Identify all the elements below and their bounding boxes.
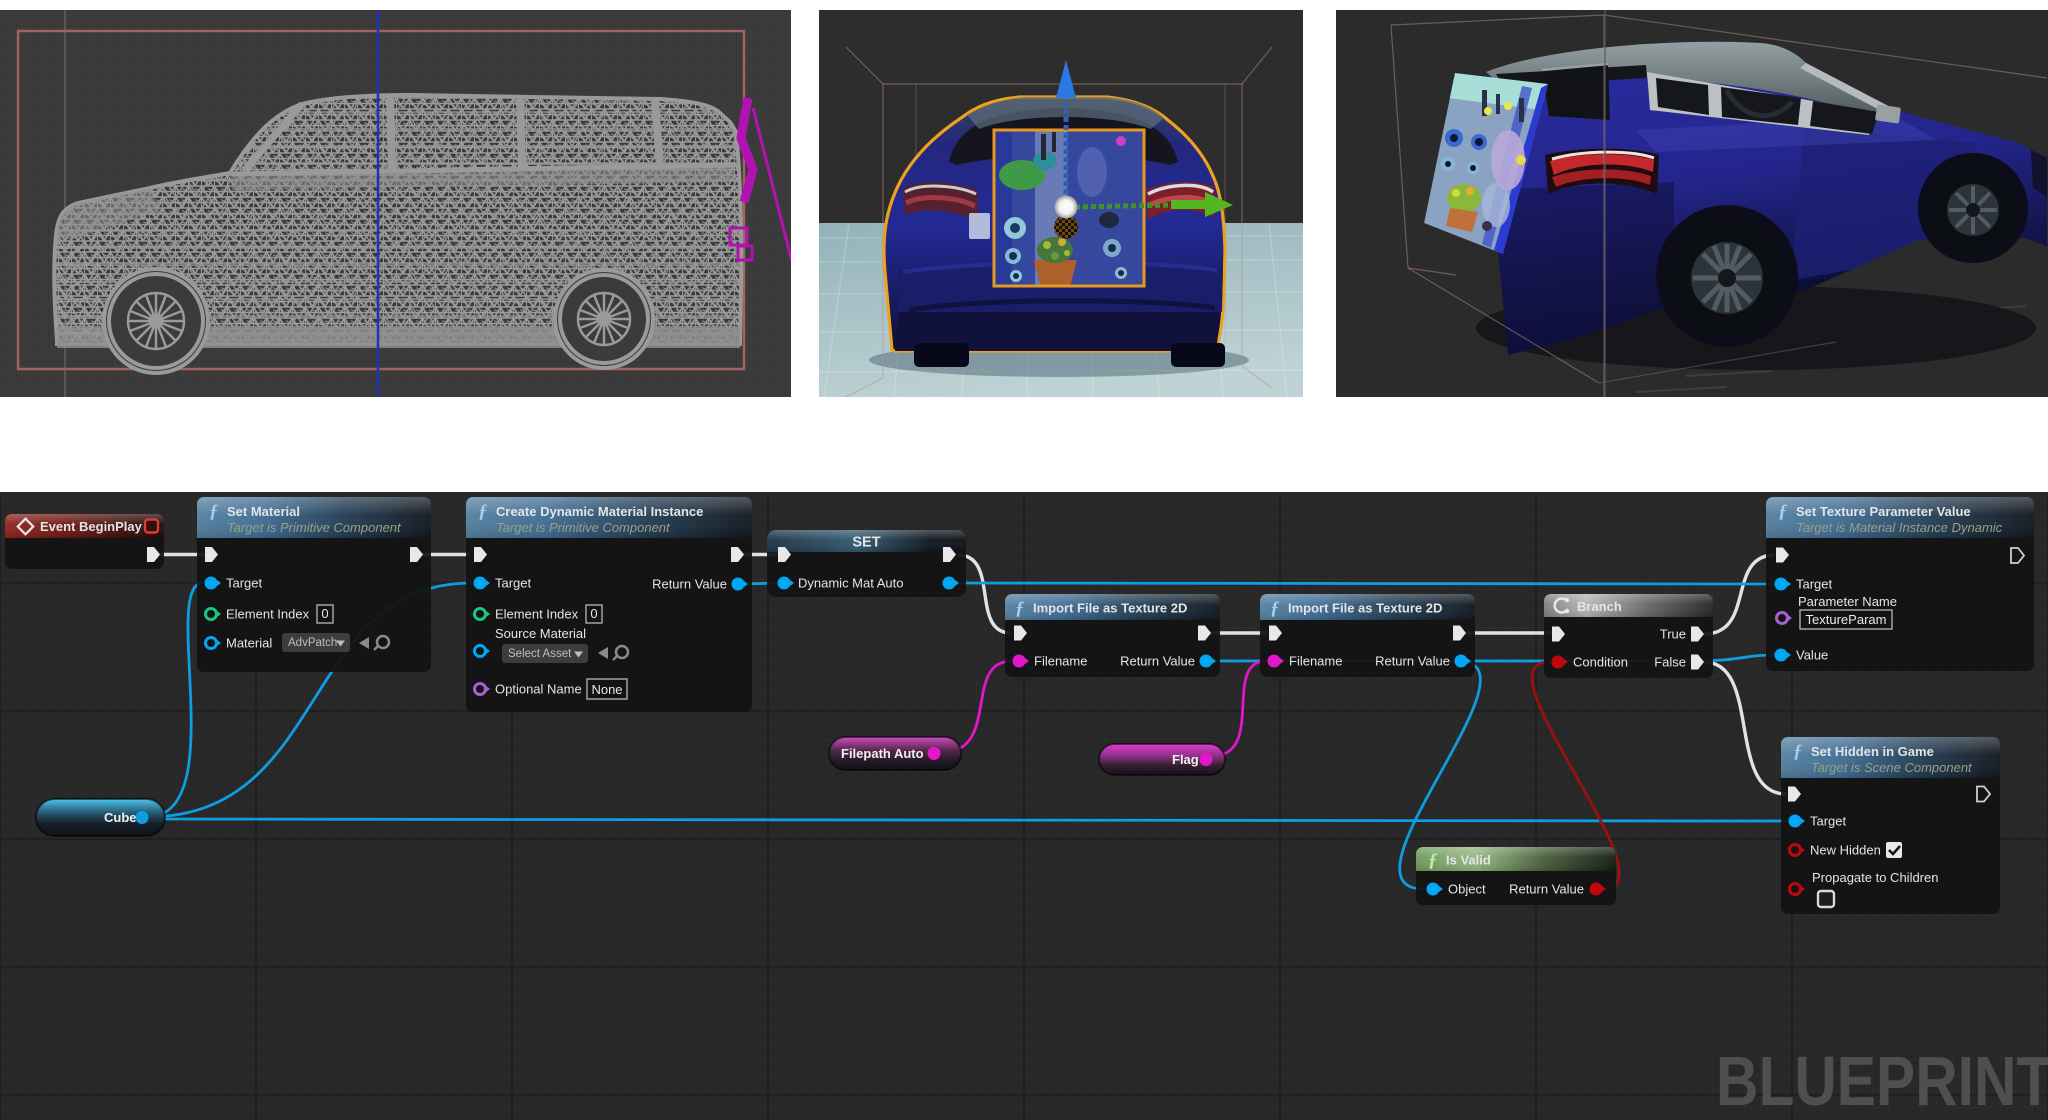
- svg-text:Target is Primitive Component: Target is Primitive Component: [227, 520, 402, 535]
- svg-text:ƒ: ƒ: [1428, 850, 1438, 871]
- svg-text:Cube: Cube: [104, 810, 137, 825]
- svg-text:Source Material: Source Material: [495, 626, 586, 641]
- svg-text:Value: Value: [1796, 648, 1828, 663]
- svg-text:ƒ: ƒ: [1778, 501, 1788, 522]
- svg-text:Dynamic Mat Auto: Dynamic Mat Auto: [798, 576, 904, 591]
- svg-text:0: 0: [321, 606, 328, 621]
- svg-text:ƒ: ƒ: [1015, 598, 1025, 619]
- svg-text:Element Index: Element Index: [226, 607, 310, 622]
- svg-text:Parameter Name: Parameter Name: [1798, 594, 1897, 609]
- svg-text:Element Index: Element Index: [495, 607, 579, 622]
- svg-text:Return Value: Return Value: [1509, 882, 1584, 897]
- svg-text:True: True: [1660, 627, 1686, 642]
- svg-text:TextureParam: TextureParam: [1806, 612, 1887, 627]
- svg-text:Filepath Auto: Filepath Auto: [841, 746, 924, 761]
- svg-text:Target: Target: [495, 576, 532, 591]
- svg-text:None: None: [591, 682, 622, 697]
- svg-text:Target is Primitive Component: Target is Primitive Component: [496, 520, 671, 535]
- svg-text:Filename: Filename: [1289, 654, 1342, 669]
- svg-text:ƒ: ƒ: [1270, 598, 1280, 619]
- svg-text:0: 0: [590, 606, 597, 621]
- svg-text:Object: Object: [1448, 882, 1486, 897]
- svg-text:Create Dynamic Material Instan: Create Dynamic Material Instance: [496, 504, 703, 519]
- svg-text:Event BeginPlay: Event BeginPlay: [40, 519, 143, 534]
- svg-text:Is Valid: Is Valid: [1446, 853, 1491, 868]
- svg-text:Return Value: Return Value: [1375, 654, 1450, 669]
- svg-text:ƒ: ƒ: [209, 501, 219, 522]
- svg-text:Target: Target: [1796, 577, 1833, 592]
- svg-text:Target: Target: [1810, 814, 1847, 829]
- svg-text:Target is Scene Component: Target is Scene Component: [1811, 760, 1973, 775]
- svg-text:Filename: Filename: [1034, 654, 1087, 669]
- svg-text:Propagate to Children: Propagate to Children: [1812, 870, 1938, 885]
- svg-text:SET: SET: [852, 535, 880, 551]
- svg-text:ƒ: ƒ: [478, 501, 488, 522]
- svg-text:ƒ: ƒ: [1793, 741, 1803, 762]
- svg-text:Condition: Condition: [1573, 655, 1628, 670]
- svg-text:Select Asset: Select Asset: [508, 648, 572, 660]
- svg-text:Import File as Texture 2D: Import File as Texture 2D: [1033, 601, 1187, 616]
- svg-text:Return Value: Return Value: [1120, 654, 1195, 669]
- svg-text:Set Material: Set Material: [227, 504, 300, 519]
- svg-text:Material: Material: [226, 636, 272, 651]
- svg-text:False: False: [1654, 655, 1686, 670]
- svg-text:Target is Material Instance Dy: Target is Material Instance Dynamic: [1796, 520, 2003, 535]
- svg-text:BLUEPRINT: BLUEPRINT: [1716, 1041, 2048, 1120]
- svg-text:Return Value: Return Value: [652, 577, 727, 592]
- svg-text:Import File as Texture 2D: Import File as Texture 2D: [1288, 601, 1442, 616]
- svg-text:Branch: Branch: [1577, 599, 1622, 614]
- svg-text:Flag: Flag: [1172, 752, 1199, 767]
- svg-text:New Hidden: New Hidden: [1810, 843, 1881, 858]
- svg-text:Optional Name: Optional Name: [495, 682, 582, 697]
- svg-text:AdvPatch: AdvPatch: [288, 637, 337, 649]
- svg-text:Target: Target: [226, 576, 263, 591]
- svg-text:Set Hidden in Game: Set Hidden in Game: [1811, 744, 1934, 759]
- svg-text:Set Texture Parameter Value: Set Texture Parameter Value: [1796, 504, 1971, 519]
